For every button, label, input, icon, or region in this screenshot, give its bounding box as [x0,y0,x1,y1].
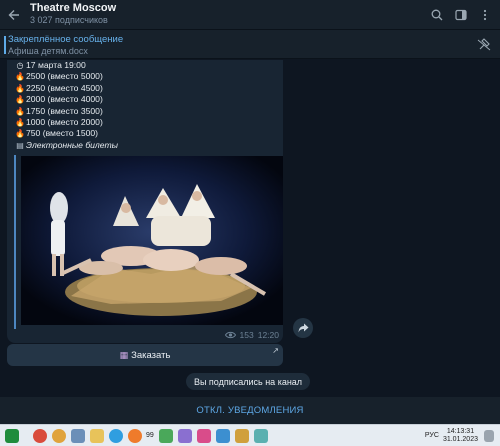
clock-time: 14:13:31 [446,427,475,435]
ticket-emoji-icon: ▦ [119,349,129,360]
price-line: 🔥 2250 (вместо 4500) [15,83,118,94]
price-line: 🔥 1000 (вместо 2000) [15,117,118,128]
post-time: 12:20 [257,330,279,340]
notification-badge: 99 [146,432,154,439]
price-line: 🔥 1750 (вместо 3500) [15,106,118,117]
mute-notifications-button[interactable]: ОТКЛ. УВЕДОМЛЕНИЯ [196,405,303,416]
forward-button[interactable] [293,318,313,338]
app-icon[interactable] [196,428,211,443]
post-photo[interactable] [21,156,283,325]
pinned-title: Закреплённое сообщение [8,34,124,45]
service-message: Вы подписались на канал [186,373,310,390]
fire-icon: 🔥 [15,129,25,139]
arrow-left-icon [8,9,19,20]
start-menu-icon[interactable] [5,428,19,443]
price-text: 2500 (вместо 5000) [26,71,103,82]
tickets-text: Электронные билеты [26,139,118,150]
telegram-icon[interactable] [109,428,123,443]
price-text: 750 (вместо 1500) [26,128,99,139]
stage-photo-image [21,156,283,325]
search-icon [431,9,443,20]
windows-taskbar: 99 РУС 14:13:31 31.01.2023 [0,424,500,446]
external-link-icon: ↗ [272,346,279,355]
clock-icon: ◷ [16,61,24,70]
app-icon[interactable] [215,428,230,443]
price-line: 🔥 2500 (вместо 5000) [15,71,118,82]
firefox-icon[interactable] [128,428,142,443]
notifications-icon[interactable] [484,429,494,442]
tickets-line: ▤ Электронные билеты [15,140,118,151]
view-count: 153 [239,330,254,340]
more-button[interactable] [476,6,494,24]
ticket-icon: ▤ [16,140,24,150]
channel-title: Theatre Moscow [30,2,117,14]
app-icon[interactable] [158,428,173,443]
share-arrow-icon [298,323,308,333]
order-button[interactable]: ▦ Заказать ↗ [7,344,283,366]
chrome-icon[interactable] [33,428,47,443]
price-line: 🔥 2000 (вместо 4000) [15,94,118,105]
channel-info[interactable]: Theatre Moscow 3 027 подписчиков [28,2,428,27]
more-vertical-icon [483,9,487,20]
app-icon[interactable] [234,428,249,443]
language-indicator[interactable]: РУС [425,432,439,439]
bottom-bar: ОТКЛ. УВЕДОМЛЕНИЯ [0,397,500,424]
system-tray: РУС 14:13:31 31.01.2023 [425,428,500,444]
pinned-indicator [4,36,6,54]
fire-icon: 🔥 [15,95,25,105]
price-line: 🔥 750 (вместо 1500) [15,128,118,139]
order-label: Заказать [131,349,171,361]
price-text: 1750 (вместо 3500) [26,105,103,116]
price-text: 2250 (вместо 4500) [26,82,103,93]
unpin-icon[interactable] [476,38,492,52]
back-button[interactable] [0,0,28,29]
price-text: 2000 (вместо 4000) [26,94,103,105]
pinned-message-bar[interactable]: Закреплённое сообщение Афиша детям.docx [0,29,500,59]
date-text: 17 марта 19:00 [26,60,86,70]
clock-date: 31.01.2023 [442,435,478,443]
fire-icon: 🔥 [15,72,25,82]
app-icon[interactable] [253,428,268,443]
pinned-text: Афиша детям.docx [8,46,88,56]
app-icon[interactable] [177,428,192,443]
date-line: ◷ 17 марта 19:00 [15,60,118,71]
post-text: ◷ 17 марта 19:00 🔥 2500 (вместо 5000) 🔥 22… [15,60,118,151]
fire-icon: 🔥 [15,118,25,128]
eye-icon [224,331,236,339]
fire-icon: 🔥 [15,83,25,93]
folder-icon[interactable] [90,428,104,443]
sidebar-toggle-button[interactable] [452,6,470,24]
chrome-alt-icon[interactable] [52,428,66,443]
fire-icon: 🔥 [15,106,25,116]
post-meta: 153 12:20 [224,330,279,340]
search-button[interactable] [428,6,446,24]
price-text: 1000 (вместо 2000) [26,117,103,128]
sidebar-toggle-icon [455,9,467,20]
chat-header: Theatre Moscow 3 027 подписчиков [0,0,500,29]
quote-border [14,155,21,329]
document-icon[interactable] [71,428,85,443]
clock[interactable]: 14:13:31 31.01.2023 [443,428,478,444]
subscriber-count: 3 027 подписчиков [30,15,108,25]
channel-post: ◷ 17 марта 19:00 🔥 2500 (вместо 5000) 🔥 22… [7,60,283,343]
